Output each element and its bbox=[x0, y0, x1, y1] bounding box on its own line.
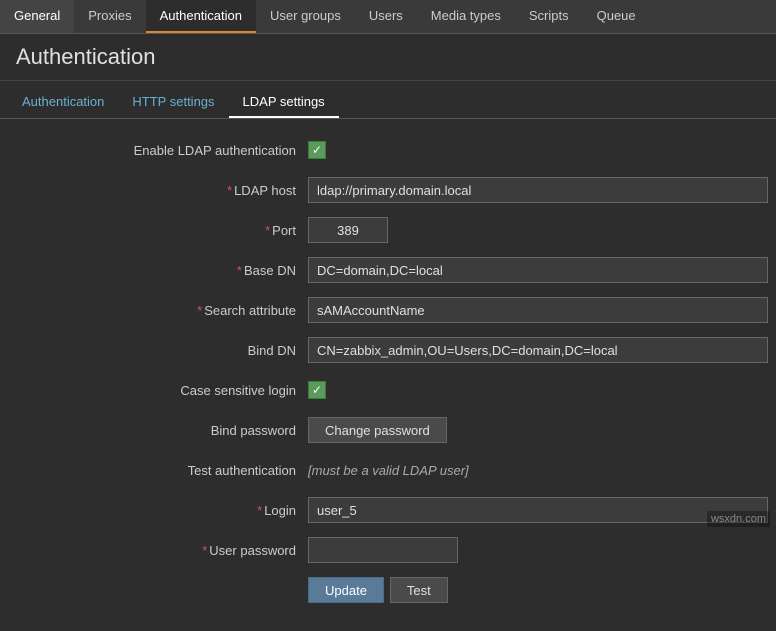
enable-ldap-checkbox-wrapper[interactable]: ✓ bbox=[308, 141, 326, 159]
user-password-input[interactable] bbox=[308, 537, 458, 563]
top-navigation: General Proxies Authentication User grou… bbox=[0, 0, 776, 34]
login-label: *Login bbox=[8, 503, 308, 518]
bind-dn-row: Bind DN bbox=[8, 335, 768, 365]
case-sensitive-checkmark: ✓ bbox=[312, 383, 322, 397]
nav-authentication[interactable]: Authentication bbox=[146, 0, 256, 33]
login-input[interactable] bbox=[308, 497, 768, 523]
base-dn-row: *Base DN bbox=[8, 255, 768, 285]
case-sensitive-checkbox-wrapper[interactable]: ✓ bbox=[308, 381, 326, 399]
search-attr-input[interactable] bbox=[308, 297, 768, 323]
subtab-http-settings[interactable]: HTTP settings bbox=[118, 87, 228, 118]
base-dn-label: *Base DN bbox=[8, 263, 308, 278]
nav-queue[interactable]: Queue bbox=[583, 0, 650, 33]
user-password-row: *User password bbox=[8, 535, 768, 565]
test-button[interactable]: Test bbox=[390, 577, 448, 603]
subtab-authentication[interactable]: Authentication bbox=[8, 87, 118, 118]
test-auth-hint: [must be a valid LDAP user] bbox=[308, 463, 469, 478]
page-title-bar: Authentication bbox=[0, 34, 776, 81]
search-attr-required: * bbox=[197, 303, 202, 318]
ldap-host-row: *LDAP host bbox=[8, 175, 768, 205]
case-sensitive-checkbox[interactable]: ✓ bbox=[308, 381, 326, 399]
nav-general[interactable]: General bbox=[0, 0, 74, 33]
login-required: * bbox=[257, 503, 262, 518]
bind-password-label: Bind password bbox=[8, 423, 308, 438]
nav-user-groups[interactable]: User groups bbox=[256, 0, 355, 33]
action-buttons-row: Update Test bbox=[8, 575, 768, 605]
bind-dn-label: Bind DN bbox=[8, 343, 308, 358]
login-row: *Login bbox=[8, 495, 768, 525]
user-password-required: * bbox=[202, 543, 207, 558]
nav-media-types[interactable]: Media types bbox=[417, 0, 515, 33]
watermark: wsxdn.com bbox=[707, 511, 770, 527]
port-label: *Port bbox=[8, 223, 308, 238]
test-auth-row: Test authentication [must be a valid LDA… bbox=[8, 455, 768, 485]
bind-password-row: Bind password Change password bbox=[8, 415, 768, 445]
bind-dn-input[interactable] bbox=[308, 337, 768, 363]
port-input[interactable] bbox=[308, 217, 388, 243]
base-dn-required: * bbox=[237, 263, 242, 278]
enable-ldap-label: Enable LDAP authentication bbox=[8, 143, 308, 158]
case-sensitive-row: Case sensitive login ✓ bbox=[8, 375, 768, 405]
ldap-host-label: *LDAP host bbox=[8, 183, 308, 198]
search-attr-row: *Search attribute bbox=[8, 295, 768, 325]
port-row: *Port bbox=[8, 215, 768, 245]
ldap-settings-form: Enable LDAP authentication ✓ *LDAP host … bbox=[0, 119, 776, 631]
case-sensitive-label: Case sensitive login bbox=[8, 383, 308, 398]
nav-proxies[interactable]: Proxies bbox=[74, 0, 145, 33]
enable-ldap-row: Enable LDAP authentication ✓ bbox=[8, 135, 768, 165]
page-title: Authentication bbox=[16, 44, 760, 70]
sub-tabs: Authentication HTTP settings LDAP settin… bbox=[0, 87, 776, 119]
ldap-host-required: * bbox=[227, 183, 232, 198]
update-button[interactable]: Update bbox=[308, 577, 384, 603]
subtab-ldap-settings[interactable]: LDAP settings bbox=[229, 87, 339, 118]
port-required: * bbox=[265, 223, 270, 238]
search-attr-label: *Search attribute bbox=[8, 303, 308, 318]
enable-ldap-checkmark: ✓ bbox=[312, 143, 322, 157]
nav-scripts[interactable]: Scripts bbox=[515, 0, 583, 33]
enable-ldap-checkbox[interactable]: ✓ bbox=[308, 141, 326, 159]
user-password-label: *User password bbox=[8, 543, 308, 558]
base-dn-input[interactable] bbox=[308, 257, 768, 283]
test-auth-label: Test authentication bbox=[8, 463, 308, 478]
nav-users[interactable]: Users bbox=[355, 0, 417, 33]
content-area: Authentication HTTP settings LDAP settin… bbox=[0, 87, 776, 631]
ldap-host-input[interactable] bbox=[308, 177, 768, 203]
change-password-button[interactable]: Change password bbox=[308, 417, 447, 443]
